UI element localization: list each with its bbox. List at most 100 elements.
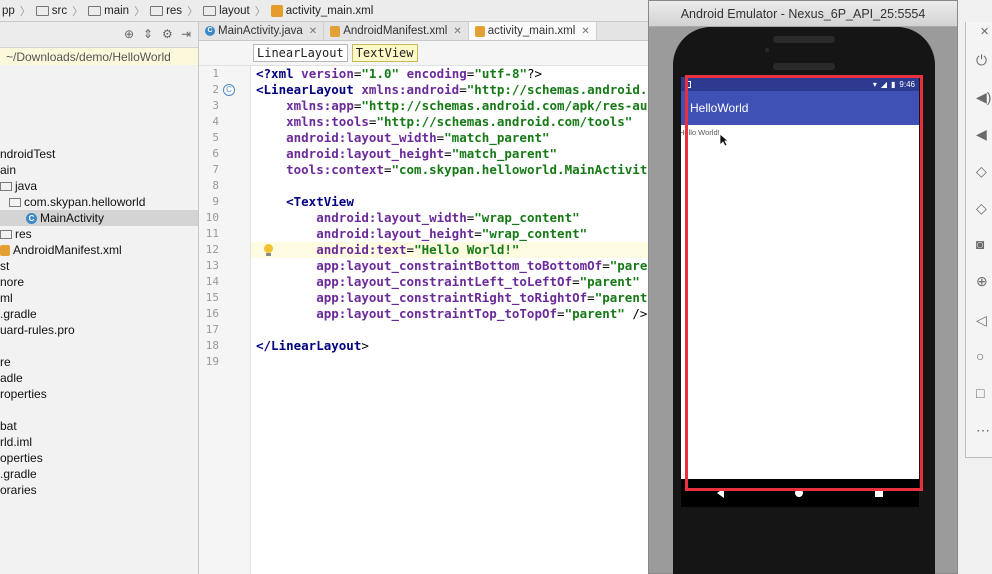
- breadcrumb-label: layout: [219, 4, 250, 17]
- close-tab-icon[interactable]: ✕: [453, 26, 461, 37]
- tree-item[interactable]: roperties: [0, 386, 198, 402]
- activity-class-icon[interactable]: C: [223, 84, 235, 96]
- breadcrumb-item[interactable]: pp: [0, 5, 17, 17]
- tree-item-label: ndroidTest: [0, 147, 56, 161]
- home-icon[interactable]: ○: [976, 348, 992, 364]
- tree-item[interactable]: .gradle: [0, 466, 198, 482]
- tree-item[interactable]: [0, 402, 198, 418]
- tree-item[interactable]: ain: [0, 162, 198, 178]
- lightbulb-icon[interactable]: [263, 244, 273, 256]
- target-icon[interactable]: ⊕: [124, 28, 135, 40]
- tree-item-label: ain: [0, 163, 17, 177]
- tree-item-label: nore: [0, 275, 25, 289]
- code-line[interactable]: app:layout_constraintRight_toRightOf="pa…: [256, 290, 647, 306]
- collapse-icon[interactable]: ⇕: [143, 28, 154, 40]
- xml-path-textview[interactable]: TextView: [351, 44, 418, 62]
- volume-down-icon[interactable]: ◀: [976, 126, 992, 142]
- tree-item[interactable]: nore: [0, 274, 198, 290]
- breadcrumb-item[interactable]: src: [34, 5, 69, 17]
- code-line[interactable]: android:layout_height="wrap_content": [256, 226, 587, 242]
- code-line[interactable]: app:layout_constraintBottom_toBottomOf="…: [256, 258, 647, 274]
- editor-tab[interactable]: C MainActivity.java ✕: [199, 22, 325, 40]
- camera-icon[interactable]: ◙: [976, 236, 992, 252]
- xml-path-bar: LinearLayout TextView: [199, 41, 650, 66]
- xml-file-icon: [330, 25, 341, 37]
- breadcrumb-item[interactable]: res: [148, 5, 184, 17]
- line-number: 15: [205, 291, 219, 304]
- hide-panel-icon[interactable]: ⇥: [181, 28, 192, 40]
- breadcrumb-item[interactable]: layout: [201, 5, 252, 17]
- zoom-icon[interactable]: ⊕: [976, 273, 992, 289]
- tree-item-label: oraries: [0, 483, 37, 497]
- code-editor[interactable]: 1 2 3 4 5 6 7 8 9 10 11 12 13 14 15 16 17 18 19 <?xml vers…: [199, 66, 650, 574]
- tree-item[interactable]: java: [0, 178, 198, 194]
- tree-item-label: .gradle: [0, 467, 37, 481]
- tree-item-label: .gradle: [0, 307, 37, 321]
- tree-item[interactable]: operties: [0, 450, 198, 466]
- editor-tab[interactable]: activity_main.xml ✕: [468, 22, 597, 40]
- xml-path-linearlayout[interactable]: LinearLayout: [253, 44, 348, 62]
- chevron-right-icon: 〉: [187, 5, 199, 18]
- overview-icon[interactable]: □: [976, 385, 992, 401]
- close-tab-icon[interactable]: ✕: [581, 26, 589, 37]
- rotate-left-icon[interactable]: ◇: [976, 163, 992, 179]
- editor-tab[interactable]: AndroidManifest.xml ✕: [324, 22, 469, 40]
- tree-item-label: rld.iml: [0, 435, 32, 449]
- tree-item-label: com.skypan.helloworld: [24, 195, 146, 209]
- tree-item[interactable]: re: [0, 354, 198, 370]
- volume-up-icon[interactable]: ◀): [976, 89, 992, 105]
- breadcrumb-item[interactable]: activity_main.xml: [269, 4, 376, 17]
- tree-item[interactable]: [0, 338, 198, 354]
- tree-item-label: bat: [0, 419, 17, 433]
- code-line[interactable]: app:layout_constraintLeft_toLeftOf="pare…: [256, 274, 640, 290]
- tree-item[interactable]: .gradle: [0, 306, 198, 322]
- code-line[interactable]: android:layout_height="match_parent": [256, 146, 557, 162]
- breadcrumb-item[interactable]: main: [86, 5, 131, 17]
- code-line[interactable]: <TextView: [256, 194, 354, 210]
- code-line[interactable]: <LinearLayout xmlns:android="http://sche…: [256, 82, 647, 98]
- tree-item[interactable]: oraries: [0, 482, 198, 498]
- more-icon[interactable]: ⋯: [976, 422, 992, 438]
- tree-item[interactable]: res: [0, 226, 198, 242]
- line-number: 17: [205, 323, 219, 336]
- folder-icon: [88, 5, 102, 16]
- tree-item[interactable]: rld.iml: [0, 434, 198, 450]
- code-line[interactable]: </LinearLayout>: [256, 338, 369, 354]
- close-tab-icon[interactable]: ✕: [309, 26, 317, 37]
- code-line[interactable]: tools:context="com.skypan.helloworld.Mai…: [256, 162, 647, 178]
- tree-item[interactable]: com.skypan.helloworld: [0, 194, 198, 210]
- tree-item[interactable]: adle: [0, 370, 198, 386]
- tree-item[interactable]: bat: [0, 418, 198, 434]
- folder-icon: [0, 229, 12, 239]
- gear-icon[interactable]: ⚙: [162, 28, 173, 40]
- line-number: 19: [205, 355, 219, 368]
- project-tree: ndroidTest ain java com.skypan.helloworld C M…: [0, 65, 198, 498]
- code-line[interactable]: android:layout_width="wrap_content": [256, 210, 579, 226]
- xml-file-icon: [270, 4, 283, 17]
- editor-tab-bar: C MainActivity.java ✕ AndroidManifest.xml ✕ a…: [199, 22, 650, 41]
- project-root-path: ~/Downloads/demo/HelloWorld: [0, 48, 198, 65]
- rotate-right-icon[interactable]: ◇: [976, 200, 992, 216]
- camera-dot: [765, 48, 769, 52]
- tree-item[interactable]: C MainActivity: [0, 210, 198, 226]
- line-number: 2: [212, 83, 219, 96]
- speaker-top: [773, 36, 835, 43]
- line-number: 12: [205, 243, 219, 256]
- code-line[interactable]: xmlns:tools="http://schemas.android.com/…: [256, 114, 632, 130]
- tree-item-label: operties: [0, 451, 43, 465]
- power-icon[interactable]: ⏻: [976, 52, 992, 68]
- code-line[interactable]: xmlns:app="http://schemas.android.com/ap…: [256, 98, 647, 114]
- tree-item[interactable]: ndroidTest: [0, 146, 198, 162]
- code-line[interactable]: android:layout_width="match_parent": [256, 130, 549, 146]
- code-line[interactable]: android:text="Hello World!": [256, 242, 519, 258]
- tree-item[interactable]: AndroidManifest.xml: [0, 242, 198, 258]
- code-line[interactable]: app:layout_constraintTop_toTopOf="parent…: [256, 306, 647, 322]
- tree-item[interactable]: uard-rules.pro: [0, 322, 198, 338]
- tree-item-label: java: [15, 179, 38, 193]
- line-gutter: 1 2 3 4 5 6 7 8 9 10 11 12 13 14 15 16 17 18 19: [199, 66, 251, 574]
- tree-item[interactable]: st: [0, 258, 198, 274]
- code-line[interactable]: <?xml version="1.0" encoding="utf-8"?>: [256, 66, 542, 82]
- close-icon[interactable]: ✕: [980, 24, 992, 40]
- tree-item[interactable]: ml: [0, 290, 198, 306]
- back-icon[interactable]: ◁: [976, 312, 992, 328]
